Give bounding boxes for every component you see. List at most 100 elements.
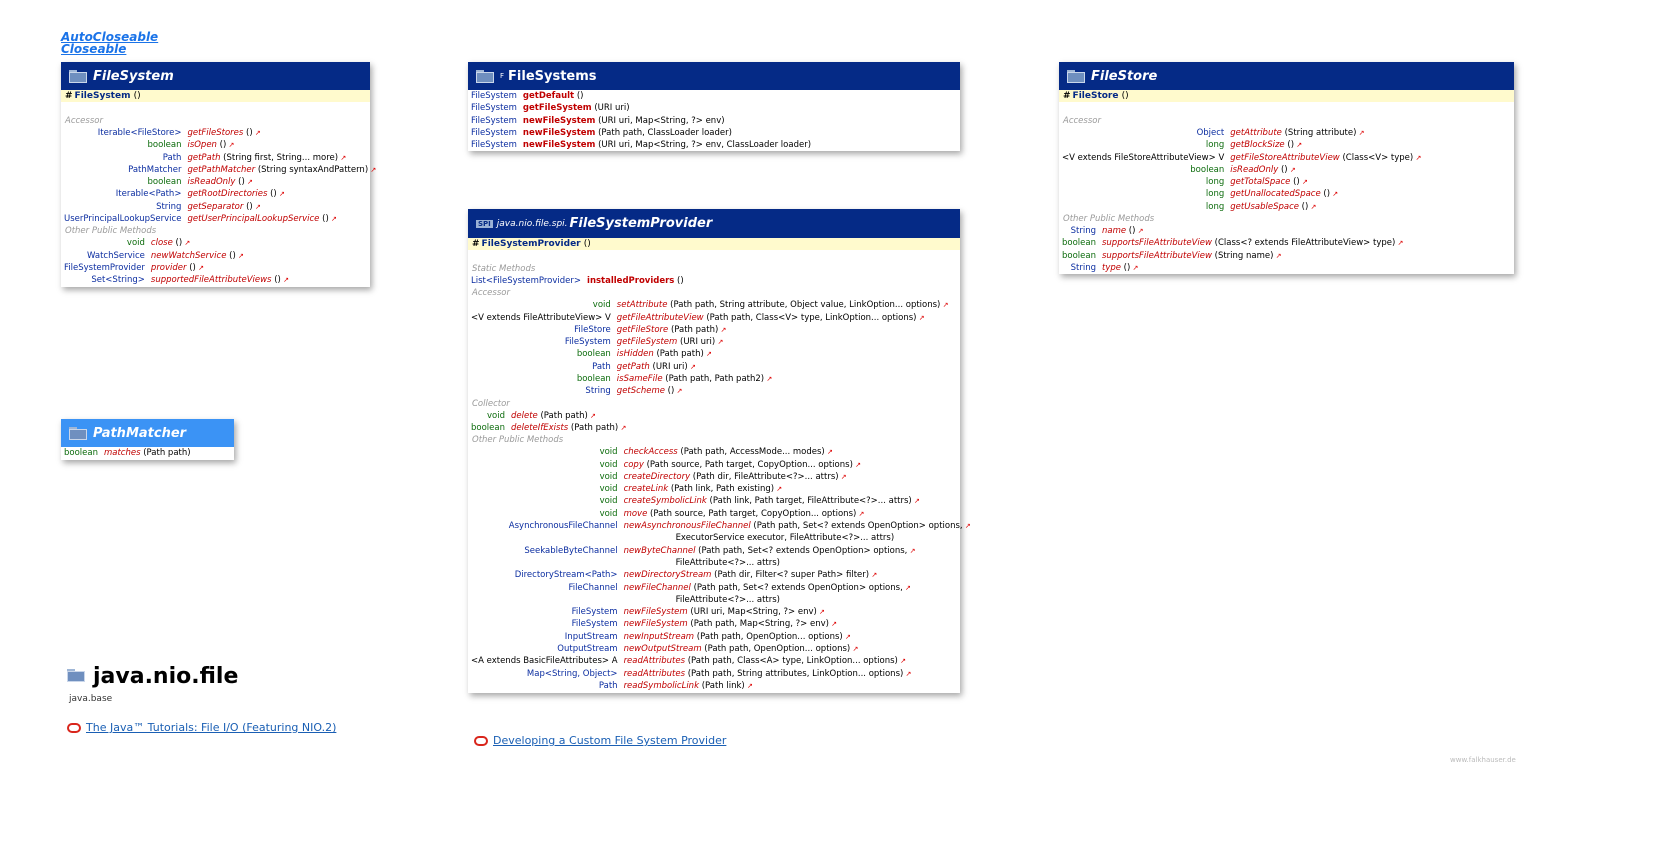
- method-row[interactable]: String type () ↗: [1059, 262, 1514, 274]
- method-row[interactable]: String getSeparator () ↗: [61, 201, 379, 213]
- constructor[interactable]: # FileSystemProvider (): [468, 238, 960, 250]
- exception-icon: ↗: [842, 632, 851, 641]
- method-row[interactable]: DirectoryStream<Path> newDirectoryStream …: [468, 569, 974, 581]
- method-row[interactable]: boolean isReadOnly () ↗: [61, 176, 379, 188]
- method-args: (URI uri): [591, 103, 630, 114]
- return-type: SeekableByteChannel: [524, 545, 618, 556]
- method-row[interactable]: boolean isReadOnly () ↗: [1059, 164, 1514, 176]
- exception-icon: ↗: [244, 178, 253, 187]
- filesystem-class-box: FileSystem # FileSystem () Accessor Itera…: [61, 62, 376, 287]
- method-row[interactable]: boolean isHidden (Path path) ↗: [468, 348, 960, 360]
- filestore-header[interactable]: FileStore: [1059, 62, 1514, 90]
- method-row[interactable]: void createDirectory (Path dir, FileAttri…: [468, 471, 974, 483]
- method-row[interactable]: String name () ↗: [1059, 225, 1514, 237]
- pathmatcher-header[interactable]: PathMatcher: [61, 419, 234, 447]
- section-label: Accessor: [1063, 116, 1101, 126]
- method-row[interactable]: FileSystem getDefault (): [468, 90, 960, 102]
- method-row[interactable]: Map<String, Object> readAttributes (Path …: [468, 668, 974, 680]
- method-row[interactable]: boolean supportsFileAttributeView (Class<…: [1059, 237, 1514, 249]
- method-row[interactable]: FileSystem newFileSystem (URI uri, Map<St…: [468, 139, 960, 151]
- method-row[interactable]: FileSystem newFileSystem (URI uri, Map<St…: [468, 606, 974, 618]
- method-name: isSameFile: [616, 374, 663, 385]
- class-title: FileStore: [1091, 68, 1158, 84]
- method-row[interactable]: AsynchronousFileChannel newAsynchronousFi…: [468, 520, 974, 532]
- exception-icon: ↗: [1130, 263, 1139, 272]
- closeable-link[interactable]: Closeable: [61, 43, 158, 55]
- method-row[interactable]: boolean isOpen () ↗: [61, 139, 379, 151]
- method-row[interactable]: InputStream newInputStream (Path path, Op…: [468, 631, 974, 643]
- method-row[interactable]: <A extends BasicFileAttributes> AreadAtt…: [468, 655, 974, 667]
- method-row[interactable]: UserPrincipalLookupService getUserPrincip…: [61, 213, 379, 225]
- method-row[interactable]: FileSystem newFileSystem (Path path, Clas…: [468, 127, 960, 139]
- method-row[interactable]: FileSystem getFileSystem (URI uri) ↗: [468, 336, 960, 348]
- return-type: Set<String>: [91, 275, 145, 286]
- method-row[interactable]: void move (Path source, Path target, Copy…: [468, 508, 974, 520]
- spi-badge-icon: SPI: [476, 219, 493, 228]
- method-row[interactable]: Iterable<Path> getRootDirectories () ↗: [61, 188, 379, 200]
- constructor[interactable]: # FileStore (): [1059, 90, 1514, 102]
- method-row[interactable]: boolean matches (Path path): [61, 447, 234, 459]
- method-table: Object getAttribute (String attribute) ↗ l…: [1059, 127, 1514, 213]
- method-row[interactable]: boolean supportsFileAttributeView (String…: [1059, 250, 1514, 262]
- method-signature: matches (Path path): [101, 447, 234, 459]
- package-prefix: java.nio.file.spi.: [496, 218, 568, 229]
- method-row[interactable]: void close () ↗: [61, 237, 370, 249]
- method-row[interactable]: long getTotalSpace () ↗: [1059, 176, 1514, 188]
- method-args: (): [674, 276, 684, 286]
- tutorial-link[interactable]: The Java™ Tutorials: File I/O (Featuring…: [86, 721, 336, 734]
- method-row[interactable]: long getUsableSpace () ↗: [1059, 201, 1514, 213]
- method-row[interactable]: Path getPath (URI uri) ↗: [468, 361, 960, 373]
- method-row[interactable]: Iterable<FileStore> getFileStores () ↗: [61, 127, 379, 139]
- method-row[interactable]: OutputStream newOutputStream (Path path, …: [468, 643, 974, 655]
- method-row[interactable]: Path getPath (String first, String... mor…: [61, 152, 379, 164]
- method-row[interactable]: <V extends FileAttributeView> VgetFileAt…: [468, 312, 960, 324]
- method-row[interactable]: FileSystem newFileSystem (Path path, Map<…: [468, 618, 974, 630]
- method-row[interactable]: List<FileSystemProvider> installedProvide…: [468, 275, 960, 287]
- method-row[interactable]: long getUnallocatedSpace () ↗: [1059, 188, 1514, 200]
- method-signature: isReadOnly () ↗: [1227, 164, 1514, 176]
- method-row[interactable]: long getBlockSize () ↗: [1059, 139, 1514, 151]
- method-table: String name () ↗ boolean supportsFileAttrib…: [1059, 225, 1514, 274]
- constructor[interactable]: # FileSystem (): [61, 90, 370, 102]
- method-row[interactable]: FileSystem getFileSystem (URI uri): [468, 102, 960, 114]
- method-row[interactable]: <V extends FileStoreAttributeView> VgetF…: [1059, 152, 1514, 164]
- method-args: (Path path, Set<? extends OpenOption> op…: [695, 545, 908, 556]
- method-row[interactable]: Object getAttribute (String attribute) ↗: [1059, 127, 1514, 139]
- method-name: readAttributes: [623, 656, 686, 667]
- filesystemprovider-header[interactable]: SPI java.nio.file.spi. FileSystemProvide…: [468, 209, 960, 238]
- method-row[interactable]: void delete (Path path) ↗: [468, 410, 960, 422]
- method-signature: newFileSystem (URI uri, Map<String, ?> e…: [520, 139, 960, 151]
- method-row[interactable]: SeekableByteChannel newByteChannel (Path …: [468, 545, 974, 557]
- method-row[interactable]: FileSystem newFileSystem (URI uri, Map<St…: [468, 115, 960, 127]
- method-row[interactable]: FileStore getFileStore (Path path) ↗: [468, 324, 960, 336]
- exception-icon: ↗: [902, 583, 911, 592]
- method-row[interactable]: FileSystemProvider provider () ↗: [61, 262, 370, 274]
- method-row[interactable]: void checkAccess (Path path, AccessMode..…: [468, 446, 974, 458]
- filesystem-header[interactable]: FileSystem: [61, 62, 370, 90]
- method-row[interactable]: String getScheme () ↗: [468, 385, 960, 397]
- method-row[interactable]: boolean isSameFile (Path path, Path path2…: [468, 373, 960, 385]
- method-name: newDirectoryStream: [623, 570, 712, 581]
- return-type: FileSystem: [471, 91, 517, 101]
- method-name: type: [1101, 262, 1121, 273]
- method-row[interactable]: boolean deleteIfExists (Path path) ↗: [468, 422, 960, 434]
- return-type: String: [585, 386, 611, 397]
- method-row[interactable]: PathMatcher getPathMatcher (String syntax…: [61, 164, 379, 176]
- method-row[interactable]: WatchService newWatchService () ↗: [61, 250, 370, 262]
- package-name: java.nio.file: [93, 664, 239, 689]
- method-signature: getDefault (): [520, 90, 960, 102]
- method-row[interactable]: void setAttribute (Path path, String attr…: [468, 299, 960, 311]
- method-signature: getFileSystem (URI uri) ↗: [614, 336, 960, 348]
- return-type: boolean: [576, 349, 611, 360]
- method-row[interactable]: Path readSymbolicLink (Path link) ↗: [468, 680, 974, 692]
- return-type: FileSystem: [471, 103, 517, 114]
- provider-guide-link[interactable]: Developing a Custom File System Provider: [493, 734, 726, 747]
- exception-icon: ↗: [195, 263, 204, 272]
- return-type: <V extends FileStoreAttributeView> V: [1062, 152, 1225, 163]
- filesystems-header[interactable]: F FileSystems: [468, 62, 960, 90]
- method-row[interactable]: void createLink (Path link, Path existing…: [468, 483, 974, 495]
- method-row[interactable]: void copy (Path source, Path target, Copy…: [468, 459, 974, 471]
- method-row[interactable]: FileChannel newFileChannel (Path path, Se…: [468, 582, 974, 594]
- method-row[interactable]: Set<String> supportedFileAttributeViews (…: [61, 274, 370, 286]
- method-row[interactable]: void createSymbolicLink (Path link, Path …: [468, 495, 974, 507]
